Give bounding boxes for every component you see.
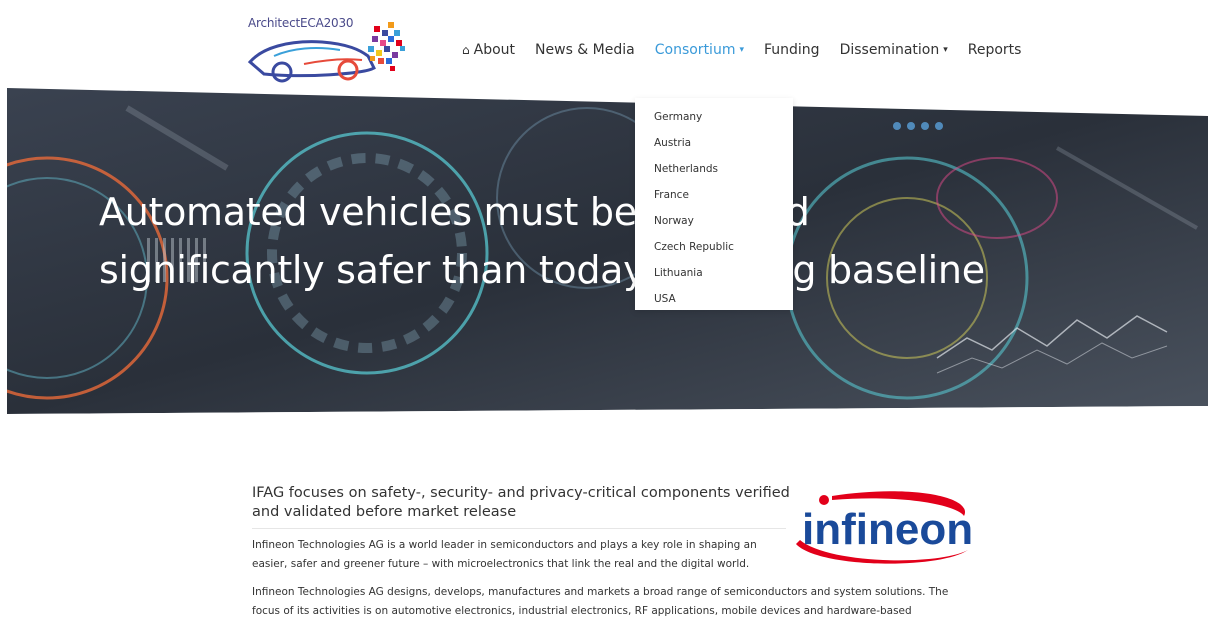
nav-label-about: About xyxy=(473,42,516,58)
nav-item-dissemination[interactable]: Dissemination ▾ xyxy=(840,42,948,58)
dropdown-item-austria[interactable]: Austria xyxy=(635,130,793,156)
dropdown-item-norway[interactable]: Norway xyxy=(635,208,793,234)
nav-item-consortium[interactable]: Consortium ▾ xyxy=(655,42,744,58)
dropdown-item-netherlands[interactable]: Netherlands xyxy=(635,156,793,182)
dropdown-item-germany[interactable]: Germany xyxy=(635,104,793,130)
partner-description-paragraph: Infineon Technologies AG designs, develo… xyxy=(252,586,949,617)
chevron-down-icon: ▾ xyxy=(943,45,948,55)
nav-label-news-media: News & Media xyxy=(535,42,635,58)
nav-label-reports: Reports xyxy=(967,42,1022,58)
hero-banner: Automated vehicles must be safe and sign… xyxy=(7,88,1208,414)
nav-label-dissemination: Dissemination xyxy=(839,42,940,58)
nav-item-about[interactable]: ⌂ About xyxy=(462,42,515,58)
hero-headline-line-2: significantly safer than today's driving… xyxy=(99,248,985,292)
dropdown-item-czech-republic[interactable]: Czech Republic xyxy=(635,234,793,260)
partner-headline: IFAG focuses on safety-, security- and p… xyxy=(252,485,790,520)
nav-label-consortium: Consortium xyxy=(654,42,736,58)
site-logo[interactable]: ArchitectECA2030 xyxy=(244,12,414,88)
consortium-dropdown-menu: Germany Austria Netherlands France Norwa… xyxy=(635,98,793,310)
nav-label-funding: Funding xyxy=(763,42,820,58)
main-nav: ⌂ About News & Media Consortium ▾ Funding … xyxy=(462,42,1041,58)
chevron-down-icon: ▾ xyxy=(739,45,744,55)
nav-item-news-media[interactable]: News & Media xyxy=(535,42,635,58)
nav-item-funding[interactable]: Funding xyxy=(764,42,820,58)
infineon-logo-graphic: infineon xyxy=(796,491,973,564)
nav-item-reports[interactable]: Reports xyxy=(968,42,1022,58)
infineon-logo: infineon xyxy=(788,486,974,570)
infineon-wordmark: infineon xyxy=(802,505,973,554)
dropdown-item-lithuania[interactable]: Lithuania xyxy=(635,260,793,286)
home-icon: ⌂ xyxy=(462,43,470,57)
dropdown-item-usa[interactable]: USA xyxy=(635,286,793,312)
logo-text: ArchitectECA2030 xyxy=(248,16,354,30)
partner-intro-paragraph: Infineon Technologies AG is a world lead… xyxy=(252,539,757,570)
divider xyxy=(252,528,786,529)
dropdown-item-france[interactable]: France xyxy=(635,182,793,208)
